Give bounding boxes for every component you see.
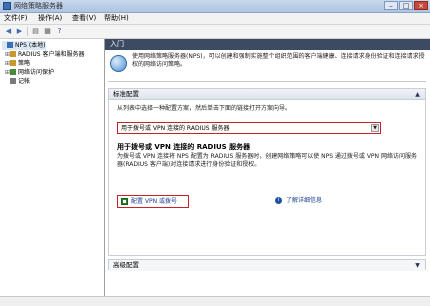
intro-section: 使用网络策略服务器(NPS)，可以创建和强制实施整个组织范围的客户端健康、连接请…	[108, 52, 426, 77]
back-icon[interactable]: ◀	[4, 27, 13, 36]
accounting-icon	[10, 78, 16, 84]
menu-action[interactable]: 操作(A)	[38, 14, 62, 23]
shield-icon	[10, 69, 16, 75]
properties-icon[interactable]: ▦	[43, 27, 52, 36]
tree-item-policies[interactable]: ⊞ 策略	[5, 59, 30, 68]
folder-icon	[10, 51, 16, 57]
tree-item-label: 网络访问保护	[18, 69, 55, 76]
close-icon[interactable]: ×	[414, 1, 428, 10]
page-title: 入门	[105, 39, 430, 50]
tree-item-nps-local[interactable]: NPS (本地)	[2, 41, 46, 50]
configure-icon: ▪	[121, 198, 128, 205]
section-title: 标准配置	[113, 90, 139, 98]
toolbar: ◀ ▶ ▤ ▦ ?	[0, 25, 430, 39]
configure-vpn-label: 配置 VPN 或拨号	[131, 198, 178, 205]
collapse-icon[interactable]: ▲	[414, 91, 421, 98]
tree-item-label: NPS (本地)	[15, 42, 46, 49]
section-title: 高级配置	[113, 261, 139, 269]
console-tree-icon[interactable]: ▤	[31, 27, 40, 36]
advanced-config-panel[interactable]: 高级配置 ▼	[108, 259, 426, 271]
info-icon: i	[275, 197, 282, 204]
help-icon[interactable]: ?	[55, 27, 64, 36]
window-title: 网络策略服务器	[14, 2, 63, 10]
scenario-select[interactable]: 用于拨号或 VPN 连接的 RADIUS 服务器 ▼	[117, 122, 381, 134]
tree-item-label: 记帐	[18, 78, 31, 85]
chevron-down-icon[interactable]: ▼	[371, 124, 379, 132]
toolbar-divider	[27, 27, 28, 36]
server-icon	[7, 42, 13, 48]
title-bar: 网络策略服务器 – □ ×	[0, 0, 430, 13]
folder-icon	[10, 60, 16, 66]
menu-bar: 文件(F) 操作(A) 查看(V) 帮助(H)	[0, 13, 430, 25]
section-header[interactable]: 标准配置 ▲	[109, 89, 425, 100]
learn-more-label: 了解详细信息	[286, 197, 323, 204]
tree-item-accounting[interactable]: 记帐	[5, 77, 30, 86]
menu-help[interactable]: 帮助(H)	[104, 14, 129, 23]
tree-item-label: 策略	[18, 60, 31, 67]
intro-text: 使用网络策略服务器(NPS)，可以创建和强制实施整个组织范围的客户端健康、连接请…	[132, 53, 425, 68]
menu-file[interactable]: 文件(F)	[4, 14, 28, 23]
configure-vpn-button[interactable]: ▪ 配置 VPN 或拨号	[117, 195, 189, 208]
nps-globe-icon	[110, 55, 127, 72]
standard-description: 从列表中选择一种配置方案，然后单击下面的链接打开方案向导。	[117, 105, 292, 112]
section-header[interactable]: 高级配置 ▼	[109, 260, 425, 271]
tree-item-nap[interactable]: ⊞ 网络访问保护	[5, 68, 54, 77]
divider	[108, 81, 426, 82]
scenario-heading: 用于拨号或 VPN 连接的 RADIUS 服务器	[117, 143, 251, 151]
scenario-description: 为拨号或 VPN 连接将 NPS 配置为 RADIUS 服务器时，创建网络策略可…	[117, 153, 417, 168]
forward-icon[interactable]: ▶	[15, 27, 24, 36]
app-icon	[3, 2, 11, 10]
menu-view[interactable]: 查看(V)	[72, 14, 96, 23]
maximize-icon[interactable]: □	[399, 1, 413, 10]
tree-item-label: RADIUS 客户端和服务器	[18, 51, 85, 58]
console-tree: NPS (本地) ⊞ RADIUS 客户端和服务器 ⊞ 策略 ⊞ 网络访问保护 记帐	[0, 39, 105, 305]
minimize-icon[interactable]: –	[384, 1, 398, 10]
scenario-select-value: 用于拨号或 VPN 连接的 RADIUS 服务器	[121, 125, 230, 132]
main-pane: 入门 使用网络策略服务器(NPS)，可以创建和强制实施整个组织范围的客户端健康、…	[105, 39, 430, 305]
standard-config-panel: 标准配置 ▲ 从列表中选择一种配置方案，然后单击下面的链接打开方案向导。 用于拨…	[108, 88, 426, 256]
tree-item-radius-clients[interactable]: ⊞ RADIUS 客户端和服务器	[5, 50, 85, 59]
expand-icon[interactable]: ▼	[414, 262, 421, 269]
